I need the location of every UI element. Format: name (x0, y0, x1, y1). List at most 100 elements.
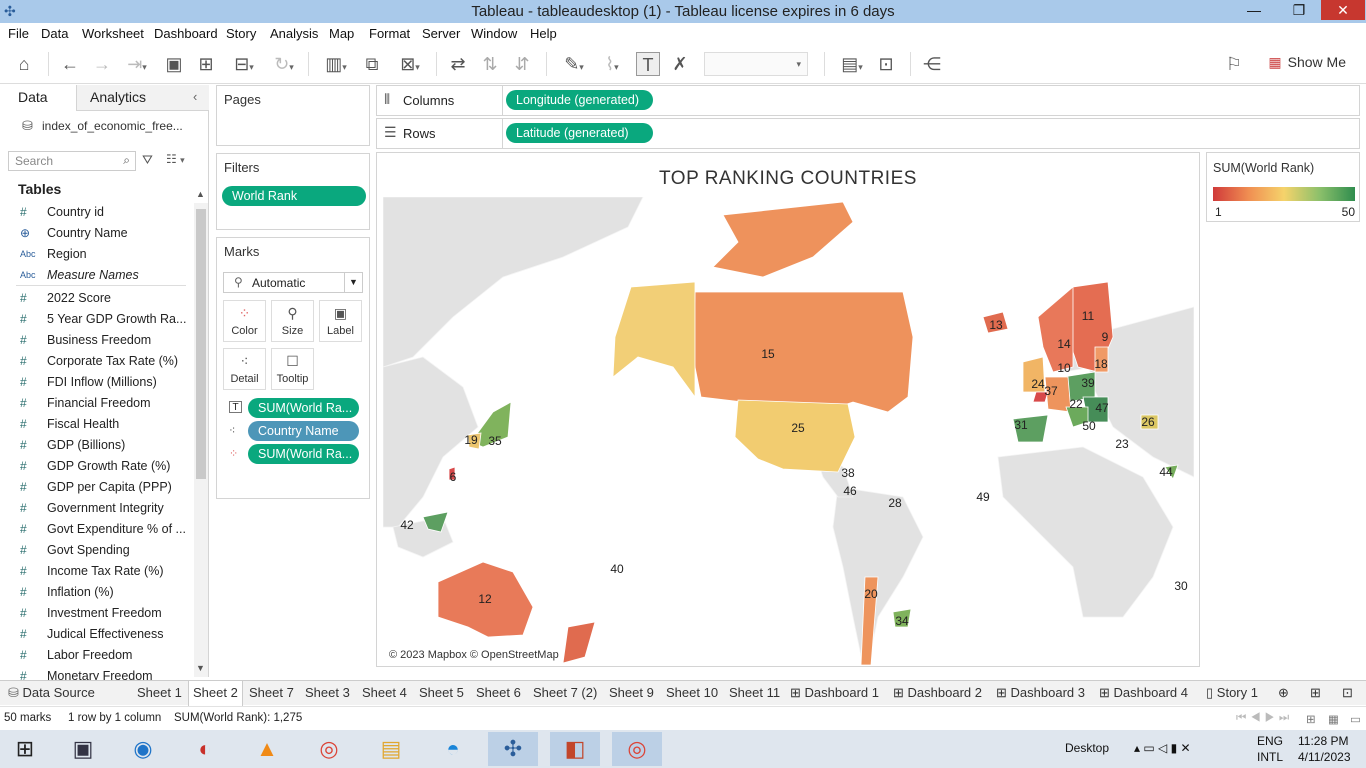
tab-dashboard-3[interactable]: ⊞ Dashboard 3 (996, 685, 1085, 701)
clear-sheet-icon[interactable]: ⊠▾ (392, 52, 428, 76)
file-explorer-icon[interactable]: ▤ (366, 732, 416, 766)
search-input[interactable]: Search ⌕ (8, 151, 136, 171)
filter-fields-icon[interactable]: ⛛ (142, 152, 153, 168)
field-item[interactable]: # GDP per Capita (PPP) (0, 477, 192, 497)
new-dashboard-tab-icon[interactable]: ⊞ (1310, 685, 1321, 701)
menu-dashboard[interactable]: Dashboard (154, 26, 218, 41)
pause-updates-icon[interactable]: ⊟▾ (226, 52, 262, 76)
language-eng[interactable]: ENG (1257, 734, 1283, 748)
menu-window[interactable]: Window (471, 26, 517, 41)
view-options-icon[interactable]: ☷ ▾ (166, 152, 185, 166)
menu-story[interactable]: Story (226, 26, 256, 41)
clock-date[interactable]: 4/11/2023 (1298, 750, 1351, 764)
field-item[interactable]: # GDP Growth Rate (%) (0, 456, 192, 476)
new-worksheet-icon[interactable]: ▥▾ (318, 52, 354, 76)
ccleaner-icon[interactable]: ◐ (180, 732, 230, 766)
marks-pill-color[interactable]: SUM(World Ra... (248, 444, 359, 464)
rows-pill[interactable]: Latitude (generated) (506, 123, 653, 143)
menu-help[interactable]: Help (530, 26, 557, 41)
format-painter-icon[interactable]: ⚐ (1222, 52, 1246, 76)
tooltip-button[interactable]: ☐ Tooltip (271, 348, 314, 390)
chrome-icon-2[interactable]: ◎ (612, 732, 662, 766)
tab-story-1[interactable]: ▯ Story 1 (1206, 685, 1258, 701)
kmplayer-icon[interactable]: ▣ (58, 732, 108, 766)
tab-sheet-4[interactable]: Sheet 4 (362, 685, 407, 700)
fit-dropdown[interactable]: ▾ (704, 52, 808, 76)
replay-icon[interactable]: ⇥▾ (120, 52, 154, 76)
field-item[interactable]: #2022 Score (0, 288, 192, 308)
field-item[interactable]: # GDP (Billions) (0, 435, 192, 455)
country-canada[interactable] (692, 291, 914, 413)
language-intl[interactable]: INTL (1257, 750, 1283, 764)
color-legend[interactable]: SUM(World Rank) 1 50 (1206, 152, 1360, 222)
refresh-icon[interactable]: ↻▾ (266, 52, 302, 76)
field-item[interactable]: Abc Measure Names (0, 265, 192, 285)
menu-worksheet[interactable]: Worksheet (82, 26, 144, 41)
redo-icon[interactable]: → (90, 52, 114, 76)
chrome-icon[interactable]: ◎ (304, 732, 354, 766)
powerpoint-icon[interactable]: ◧ (550, 732, 600, 766)
group-members-icon[interactable]: ⌇▾ (594, 52, 630, 76)
restore-button[interactable]: ❐ (1277, 0, 1321, 20)
tab-sheet-7[interactable]: Sheet 7 (249, 685, 294, 700)
country-usa[interactable] (734, 399, 856, 473)
tab-dashboard-1[interactable]: ⊞ Dashboard 1 (790, 685, 879, 701)
field-item[interactable]: # FDI Inflow (Millions) (0, 372, 192, 392)
home-icon[interactable]: ⌂ (12, 52, 36, 76)
field-item[interactable]: #5 Year GDP Growth Ra... (0, 309, 192, 329)
field-item[interactable]: # Business Freedom (0, 330, 192, 350)
marks-pill-detail[interactable]: Country Name (248, 421, 359, 441)
menu-file[interactable]: File (8, 26, 29, 41)
fix-axes-icon[interactable]: ✗ (668, 52, 692, 76)
datasource-name[interactable]: index_of_economic_free... (42, 119, 183, 133)
minimize-button[interactable]: — (1232, 0, 1276, 20)
menu-data[interactable]: Data (41, 26, 68, 41)
edge-icon[interactable]: ◓ (428, 732, 478, 766)
map-view[interactable]: 15 25 13 11 9 14 10 18 24 39 37 22 47 50 31 26 23 44 49 28 3… (383, 197, 1194, 665)
collapse-pane-icon[interactable]: ‹ (193, 89, 197, 104)
scrollbar-thumb[interactable] (196, 209, 206, 479)
tab-sheet-11[interactable]: Sheet 11 (729, 685, 780, 700)
pages-card[interactable]: Pages (216, 85, 370, 146)
color-button[interactable]: ⁘ Color (223, 300, 266, 342)
desktop-toolbar[interactable]: Desktop (1065, 741, 1109, 755)
tab-sheet-2[interactable]: Sheet 2 (188, 681, 243, 706)
mark-type-dropdown[interactable]: ⚲ Automatic ▼ (223, 272, 363, 293)
field-item[interactable]: Abc Region (0, 244, 192, 264)
filmstrip-view-icon[interactable]: ▦ (1328, 712, 1339, 726)
marks-pill-label[interactable]: SUM(World Ra... (248, 398, 359, 418)
show-mark-labels-icon[interactable]: T (636, 52, 660, 76)
new-datasource-icon[interactable]: ⊞ (194, 52, 218, 76)
new-worksheet-tab-icon[interactable]: ⊕ (1278, 685, 1289, 701)
field-list-scrollbar[interactable] (194, 203, 208, 677)
field-item[interactable]: # Corporate Tax Rate (%) (0, 351, 192, 371)
filter-pill-world-rank[interactable]: World Rank (222, 186, 366, 206)
clock-time[interactable]: 11:28 PM (1298, 734, 1348, 748)
tableau-taskbar-icon[interactable]: ✣ (488, 732, 538, 766)
menu-map[interactable]: Map (329, 26, 354, 41)
country-canada-arctic[interactable] (712, 201, 854, 278)
save-icon[interactable]: ▣ (162, 52, 186, 76)
field-item[interactable]: # Govt Spending (0, 540, 192, 560)
highlight-icon[interactable]: ✎▾ (556, 52, 592, 76)
field-item[interactable]: # Labor Freedom (0, 645, 192, 665)
tab-sheet-7-2[interactable]: Sheet 7 (2) (533, 685, 597, 700)
field-item[interactable]: # Government Integrity (0, 498, 192, 518)
menu-format[interactable]: Format (369, 26, 410, 41)
columns-shelf[interactable]: ⦀ Columns Longitude (generated) (376, 85, 1360, 116)
tab-dashboard-4[interactable]: ⊞ Dashboard 4 (1099, 685, 1188, 701)
menu-analysis[interactable]: Analysis (270, 26, 318, 41)
tab-sheet-9[interactable]: Sheet 9 (609, 685, 654, 700)
field-item[interactable]: # Country id (0, 202, 192, 222)
field-item[interactable]: # Investment Freedom (0, 603, 192, 623)
tabs-view-icon[interactable]: ▭ (1350, 712, 1361, 726)
duplicate-sheet-icon[interactable]: ⧉ (360, 52, 384, 76)
vlc-icon[interactable]: ▲ (242, 732, 292, 766)
close-button[interactable]: ✕ (1321, 0, 1365, 20)
tab-sheet-3[interactable]: Sheet 3 (305, 685, 350, 700)
tab-data-source[interactable]: ⛁ Data Source (8, 685, 95, 701)
filters-card[interactable]: Filters World Rank (216, 153, 370, 230)
windows-start-icon[interactable]: ⊞ (0, 732, 50, 766)
country-new-zealand[interactable] (562, 621, 596, 664)
edge-legacy-icon[interactable]: ◉ (118, 732, 168, 766)
